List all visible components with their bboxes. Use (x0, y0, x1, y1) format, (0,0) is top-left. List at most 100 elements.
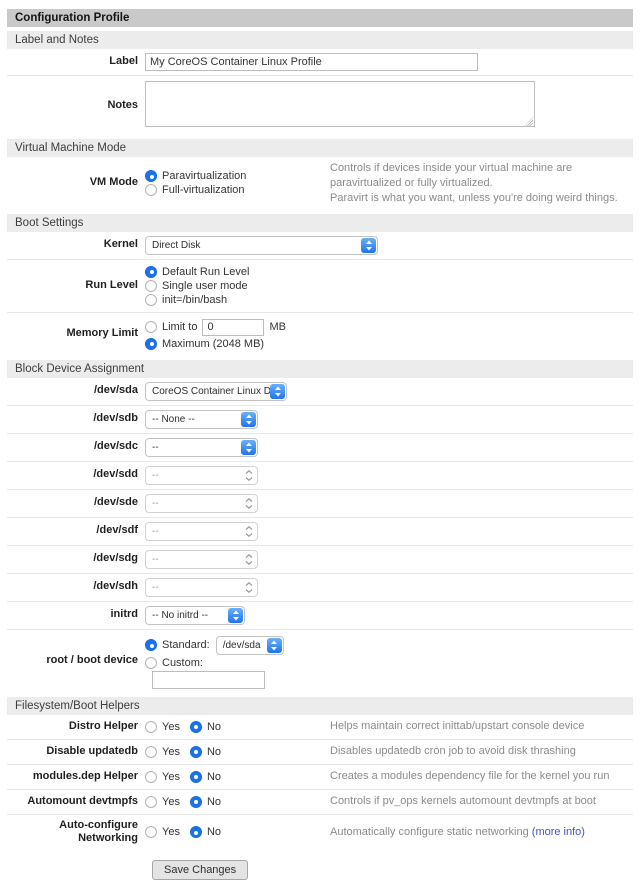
more-info-link[interactable]: (more info) (532, 826, 585, 838)
run-level-single-user-option-label[interactable]: Single user mode (162, 280, 248, 292)
section-block-device-assignment: Block Device Assignment (7, 360, 633, 378)
memory-limit-to-option-label[interactable]: Limit to (162, 321, 197, 333)
automount-devtmpfs-no-label[interactable]: No (207, 796, 221, 808)
auto-configure-networking-yes-radio[interactable] (145, 826, 157, 838)
vm-mode-label: VM Mode (7, 176, 145, 190)
auto-configure-networking-yes-label[interactable]: Yes (162, 826, 180, 838)
vm-mode-help-text: Controls if devices inside your virtual … (330, 161, 633, 206)
root-device-custom-input[interactable] (152, 671, 265, 689)
page-title: Configuration Profile (7, 9, 633, 27)
device-row-sdd: /dev/sdd -- (7, 461, 633, 489)
device-sdc-label: /dev/sdc (7, 440, 145, 454)
device-sdb-select[interactable]: -- None -- (145, 410, 258, 429)
auto-configure-networking-no-label[interactable]: No (207, 826, 221, 838)
section-virtual-machine-mode: Virtual Machine Mode (7, 139, 633, 157)
disable-updatedb-no-label[interactable]: No (207, 746, 221, 758)
modules-dep-help-text: Creates a modules dependency file for th… (330, 769, 633, 784)
disable-updatedb-no-radio[interactable] (190, 746, 202, 758)
automount-devtmpfs-help-text: Controls if pv_ops kernels automount dev… (330, 794, 633, 809)
automount-devtmpfs-no-radio[interactable] (190, 796, 202, 808)
initrd-select[interactable]: -- No initrd -- (145, 606, 245, 625)
disable-updatedb-yes-label[interactable]: Yes (162, 746, 180, 758)
memory-limit-to-radio[interactable] (145, 321, 157, 333)
automount-devtmpfs-row: Automount devtmpfs Yes No Controls if pv… (7, 789, 633, 814)
run-level-row: Run Level Default Run Level Single user … (7, 259, 633, 312)
device-row-sdf: /dev/sdf -- (7, 517, 633, 545)
vm-mode-paravirtualization-option-label[interactable]: Paravirtualization (162, 170, 246, 182)
device-sdd-label: /dev/sdd (7, 468, 145, 482)
root-boot-device-row: root / boot device Standard: /dev/sda Cu… (7, 629, 633, 693)
device-sda-select[interactable]: CoreOS Container Linux Disk (145, 382, 287, 401)
vm-mode-paravirtualization-radio[interactable] (145, 170, 157, 182)
disable-updatedb-help-text: Disables updatedb cron job to avoid disk… (330, 744, 633, 759)
section-boot-settings: Boot Settings (7, 214, 633, 232)
automount-devtmpfs-yes-label[interactable]: Yes (162, 796, 180, 808)
select-stepper-icon (241, 468, 256, 483)
memory-limit-row: Memory Limit Limit to MB Maximum (2048 M… (7, 312, 633, 356)
root-device-standard-option-label[interactable]: Standard: (162, 639, 210, 651)
device-row-sde: /dev/sde -- (7, 489, 633, 517)
device-sdh-select[interactable]: -- (145, 578, 258, 597)
initrd-label: initrd (7, 608, 145, 622)
auto-configure-networking-row: Auto-configure Networking Yes No Automat… (7, 814, 633, 851)
select-stepper-icon (241, 580, 256, 595)
device-sdf-select[interactable]: -- (145, 522, 258, 541)
memory-limit-unit-label: MB (269, 321, 286, 333)
device-row-sda: /dev/sda CoreOS Container Linux Disk (7, 378, 633, 405)
device-row-sdb: /dev/sdb -- None -- (7, 405, 633, 433)
run-level-single-user-radio[interactable] (145, 280, 157, 292)
run-level-default-option-label[interactable]: Default Run Level (162, 266, 249, 278)
distro-helper-no-label[interactable]: No (207, 721, 221, 733)
modules-dep-yes-label[interactable]: Yes (162, 771, 180, 783)
auto-configure-networking-label: Auto-configure Networking (7, 819, 145, 847)
select-stepper-icon (241, 440, 256, 455)
select-stepper-icon (241, 524, 256, 539)
section-filesystem-boot-helpers: Filesystem/Boot Helpers (7, 697, 633, 715)
kernel-select[interactable]: Direct Disk (145, 236, 378, 255)
device-sdb-label: /dev/sdb (7, 412, 145, 426)
auto-configure-networking-no-radio[interactable] (190, 826, 202, 838)
notes-field-label: Notes (7, 99, 145, 113)
device-row-sdh: /dev/sdh -- (7, 573, 633, 601)
modules-dep-no-label[interactable]: No (207, 771, 221, 783)
memory-maximum-radio[interactable] (145, 338, 157, 350)
label-row: Label (7, 49, 633, 75)
memory-maximum-option-label[interactable]: Maximum (2048 MB) (162, 338, 264, 350)
device-sdg-select[interactable]: -- (145, 550, 258, 569)
automount-devtmpfs-label: Automount devtmpfs (7, 795, 145, 809)
automount-devtmpfs-yes-radio[interactable] (145, 796, 157, 808)
modules-dep-helper-label: modules.dep Helper (7, 770, 145, 784)
root-device-select[interactable]: /dev/sda (216, 636, 284, 655)
distro-helper-yes-label[interactable]: Yes (162, 721, 180, 733)
device-sde-select[interactable]: -- (145, 494, 258, 513)
run-level-init-bash-option-label[interactable]: init=/bin/bash (162, 294, 227, 306)
device-sde-label: /dev/sde (7, 496, 145, 510)
root-device-custom-radio[interactable] (145, 657, 157, 669)
label-input[interactable] (145, 53, 478, 71)
modules-dep-helper-row: modules.dep Helper Yes No Creates a modu… (7, 764, 633, 789)
select-stepper-icon (270, 384, 285, 399)
save-changes-button[interactable]: Save Changes (152, 860, 248, 880)
vm-mode-full-virtualization-option-label[interactable]: Full-virtualization (162, 184, 245, 196)
device-sdd-select[interactable]: -- (145, 466, 258, 485)
root-device-standard-radio[interactable] (145, 639, 157, 651)
run-level-init-bash-radio[interactable] (145, 294, 157, 306)
disable-updatedb-yes-radio[interactable] (145, 746, 157, 758)
resize-handle-icon[interactable] (524, 117, 533, 126)
run-level-default-radio[interactable] (145, 266, 157, 278)
disable-updatedb-label: Disable updatedb (7, 745, 145, 759)
device-sdc-select[interactable]: -- (145, 438, 258, 457)
distro-helper-yes-radio[interactable] (145, 721, 157, 733)
run-level-label: Run Level (7, 279, 145, 293)
root-device-custom-option-label[interactable]: Custom: (162, 657, 203, 669)
auto-configure-networking-help-text: Automatically configure static networkin… (330, 825, 633, 840)
memory-limit-input[interactable] (202, 319, 264, 336)
distro-helper-no-radio[interactable] (190, 721, 202, 733)
select-stepper-icon (241, 552, 256, 567)
vm-mode-full-virtualization-radio[interactable] (145, 184, 157, 196)
modules-dep-yes-radio[interactable] (145, 771, 157, 783)
select-stepper-icon (241, 412, 256, 427)
configuration-profile-page: Configuration Profile Label and Notes La… (0, 0, 640, 896)
modules-dep-no-radio[interactable] (190, 771, 202, 783)
notes-textarea[interactable] (145, 81, 535, 127)
